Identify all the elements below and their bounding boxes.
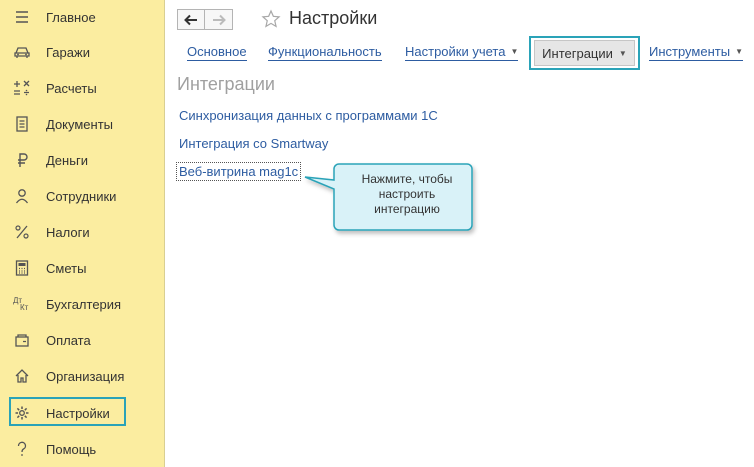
tab-main[interactable]: Основное bbox=[187, 44, 247, 61]
sidebar-item-label: Налоги bbox=[46, 224, 90, 240]
percent-icon bbox=[12, 222, 32, 242]
question-icon bbox=[12, 439, 32, 459]
page-title: Настройки bbox=[289, 8, 378, 28]
link-smartway[interactable]: Интеграция со Smartway bbox=[179, 136, 328, 151]
sidebar-item-estimates[interactable]: Сметы bbox=[0, 251, 164, 285]
tab-tools[interactable]: Инструменты ▼ bbox=[649, 44, 743, 61]
sidebar-item-calculations[interactable]: Расчеты bbox=[0, 71, 164, 105]
tab-accounting-settings[interactable]: Настройки учета ▼ bbox=[405, 44, 519, 61]
sidebar-item-taxes[interactable]: Налоги bbox=[0, 215, 164, 249]
history-nav bbox=[177, 9, 233, 30]
sidebar-item-label: Помощь bbox=[46, 441, 97, 457]
sidebar-item-employees[interactable]: Сотрудники bbox=[0, 179, 164, 213]
chevron-down-icon: ▼ bbox=[735, 47, 743, 56]
main-content: Настройки Основное Функциональность Наст… bbox=[165, 0, 754, 467]
hamburger-icon bbox=[12, 7, 32, 27]
link-1c-sync[interactable]: Синхронизация данных с программами 1С bbox=[179, 108, 438, 123]
sidebar-item-label: Гаражи bbox=[46, 44, 90, 60]
ruble-icon bbox=[12, 150, 32, 170]
home-icon bbox=[12, 366, 32, 386]
sidebar-item-label: Оплата bbox=[46, 332, 91, 348]
section-title: Интеграции bbox=[177, 74, 275, 94]
section-tabs: Основное Функциональность Настройки учет… bbox=[165, 36, 754, 70]
sidebar-item-main[interactable]: Главное bbox=[0, 0, 164, 34]
sidebar: Главное Гаражи Расчеты Документы Деньги … bbox=[0, 0, 165, 467]
settings-highlight-frame bbox=[9, 397, 126, 426]
payment-icon bbox=[12, 330, 32, 350]
tab-functionality[interactable]: Функциональность bbox=[268, 44, 382, 61]
star-icon bbox=[261, 9, 281, 28]
sidebar-item-label: Организация bbox=[46, 368, 125, 384]
chevron-down-icon: ▼ bbox=[510, 47, 519, 56]
sidebar-item-label: Сотрудники bbox=[46, 188, 117, 204]
accounting-icon-credit: Кт bbox=[20, 303, 29, 312]
back-button[interactable] bbox=[177, 9, 205, 30]
sidebar-item-label: Деньги bbox=[46, 152, 88, 168]
sidebar-item-settings[interactable]: Настройки bbox=[0, 396, 164, 430]
forward-button[interactable] bbox=[205, 9, 233, 30]
sidebar-item-label: Бухгалтерия bbox=[46, 296, 122, 312]
arrow-left-icon bbox=[184, 14, 197, 25]
car-icon bbox=[12, 42, 32, 62]
sidebar-item-label: Сметы bbox=[46, 260, 87, 276]
calculator-icon bbox=[12, 258, 32, 278]
sidebar-item-label: Расчеты bbox=[46, 80, 97, 96]
sidebar-item-help[interactable]: Помощь bbox=[0, 432, 164, 466]
document-icon bbox=[12, 114, 32, 134]
person-icon bbox=[12, 186, 32, 206]
tab-integrations[interactable]: Интеграции ▼ bbox=[534, 40, 635, 66]
favorite-button[interactable] bbox=[261, 9, 281, 34]
tooltip-text: Нажмите, чтобы настроить интеграцию bbox=[361, 172, 453, 216]
arrow-right-icon bbox=[212, 14, 226, 25]
accounting-icon: Дт Кт bbox=[12, 294, 32, 314]
sidebar-item-payment[interactable]: Оплата bbox=[0, 323, 164, 357]
sidebar-item-label: Главное bbox=[46, 9, 96, 25]
sidebar-item-accounting[interactable]: Дт Кт Бухгалтерия bbox=[0, 287, 164, 321]
sidebar-item-money[interactable]: Деньги bbox=[0, 143, 164, 177]
link-mag1c-storefront[interactable]: Веб-витрина mag1c bbox=[176, 162, 302, 181]
sidebar-item-documents[interactable]: Документы bbox=[0, 107, 164, 141]
chevron-down-icon: ▼ bbox=[618, 48, 627, 58]
sidebar-item-garages[interactable]: Гаражи bbox=[0, 35, 164, 69]
sidebar-item-organization[interactable]: Организация bbox=[0, 359, 164, 393]
calculations-icon bbox=[12, 78, 32, 98]
sidebar-item-label: Документы bbox=[46, 116, 114, 132]
